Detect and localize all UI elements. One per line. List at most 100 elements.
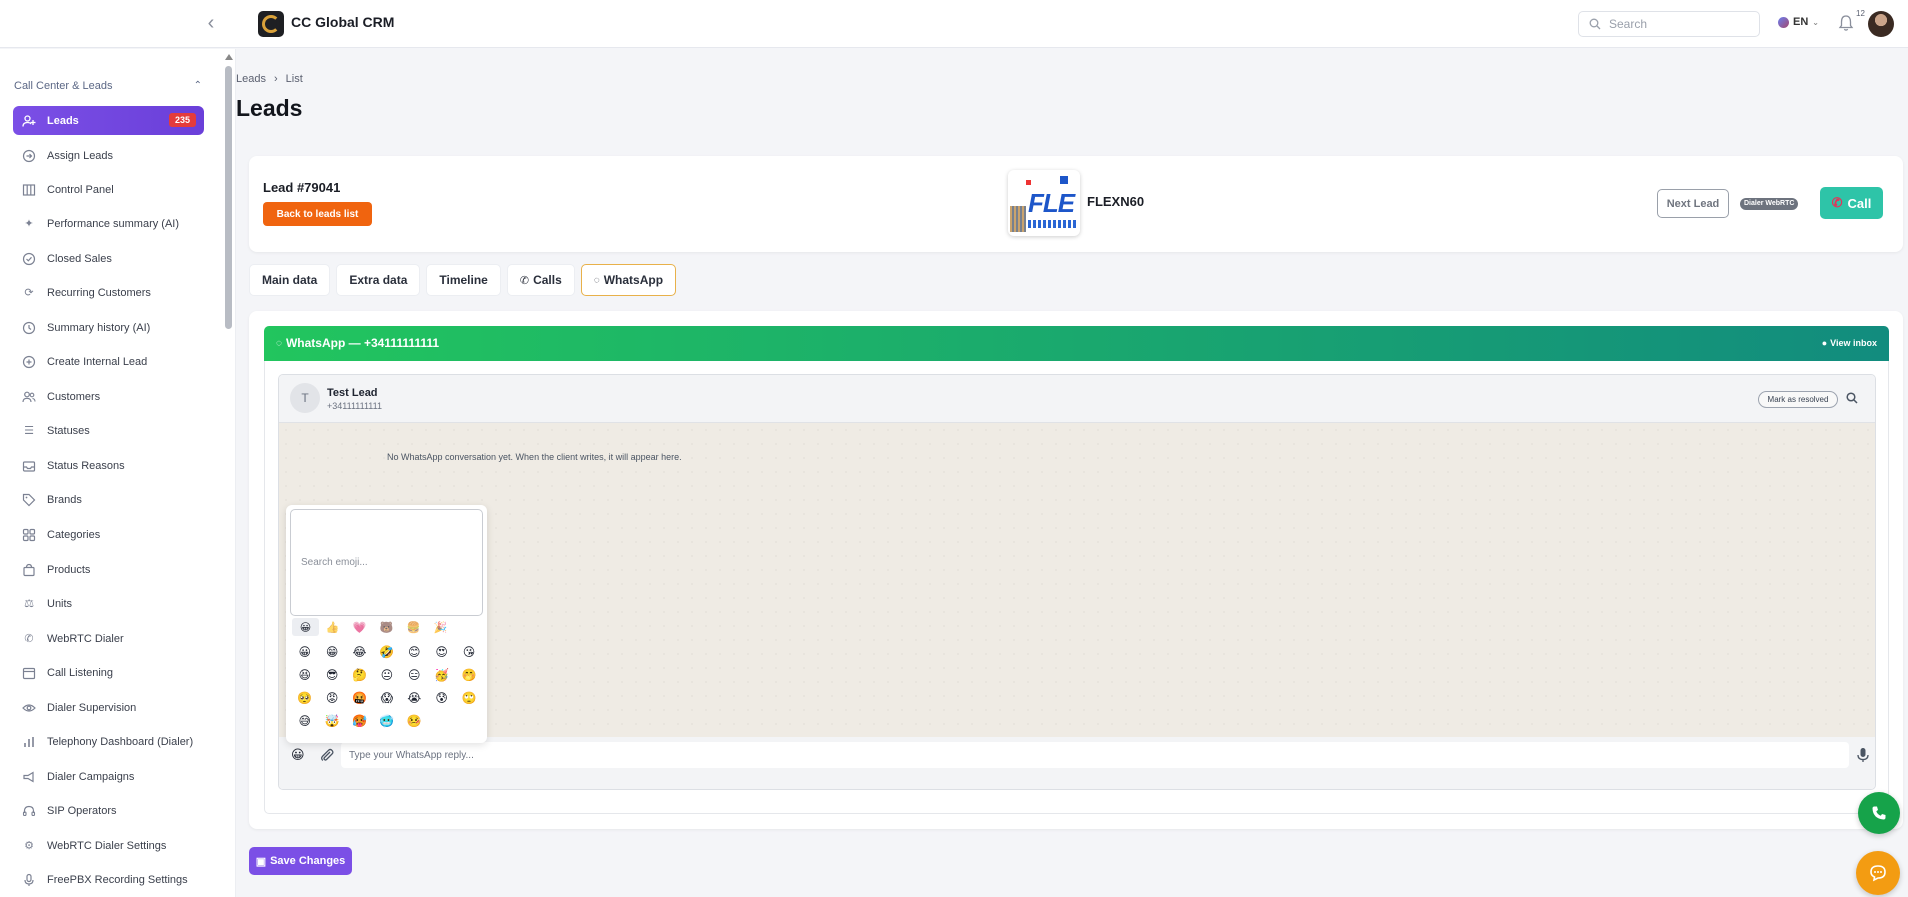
users-icon xyxy=(21,389,37,405)
emoji-option[interactable]: 😰 xyxy=(428,689,455,707)
emoji-option[interactable]: 😁 xyxy=(318,643,345,661)
sidebar-item-telephony-dashboard[interactable]: Telephony Dashboard (Dialer) xyxy=(13,727,204,756)
sidebar-item-customers[interactable]: Customers xyxy=(13,382,204,411)
sidebar-item-summary-history[interactable]: Summary history (AI) xyxy=(13,313,204,342)
emoji-option[interactable]: 😎 xyxy=(318,666,345,684)
sidebar-item-recurring-customers[interactable]: ⟳ Recurring Customers xyxy=(13,278,204,307)
next-lead-button[interactable]: Next Lead xyxy=(1657,189,1729,218)
floating-phone-button[interactable] xyxy=(1858,792,1900,834)
call-button[interactable]: ✆ Call xyxy=(1820,187,1883,219)
emoji-option[interactable]: 😡 xyxy=(318,689,345,707)
view-inbox-label: View inbox xyxy=(1830,338,1877,348)
emoji-option[interactable]: 🤯 xyxy=(318,712,345,730)
sidebar-item-control-panel[interactable]: Control Panel xyxy=(13,175,204,204)
search-icon[interactable] xyxy=(1846,392,1858,404)
emoji-category-animals[interactable]: 🐻 xyxy=(373,618,400,636)
mic-icon[interactable] xyxy=(1856,747,1870,763)
emoji-option[interactable]: 😑 xyxy=(401,666,428,684)
paperclip-icon[interactable] xyxy=(319,747,335,763)
scale-icon: ⚖ xyxy=(24,598,34,610)
back-to-leads-button[interactable]: Back to leads list xyxy=(263,202,372,226)
save-icon: ▣ xyxy=(255,855,267,868)
sidebar-item-performance-summary[interactable]: ✦ Performance summary (AI) xyxy=(13,209,204,238)
tab-extra-data[interactable]: Extra data xyxy=(336,264,421,296)
search-input[interactable] xyxy=(1609,15,1754,33)
breadcrumb-root[interactable]: Leads xyxy=(236,73,266,85)
emoji-option[interactable]: 🙄 xyxy=(455,689,482,707)
sidebar-item-webrtc-dialer-settings[interactable]: ⚙ WebRTC Dialer Settings xyxy=(13,831,204,860)
emoji-option[interactable]: 😊 xyxy=(401,643,428,661)
sidebar-item-label: Recurring Customers xyxy=(47,286,151,299)
sidebar-item-statuses[interactable]: ☰ Statuses xyxy=(13,416,204,445)
save-changes-button[interactable]: ▣ Save Changes xyxy=(249,847,352,875)
emoji-category-food[interactable]: 🍔 xyxy=(400,618,427,636)
emoji-category-celebration[interactable]: 🎉 xyxy=(427,618,454,636)
emoji-option[interactable]: 🥳 xyxy=(428,666,455,684)
emoji-option[interactable]: 😱 xyxy=(373,689,400,707)
scroll-up-icon[interactable] xyxy=(225,54,233,60)
emoji-category-gestures[interactable]: 👍 xyxy=(319,618,346,636)
view-inbox-link[interactable]: ● View inbox xyxy=(1822,338,1877,348)
emoji-option[interactable]: 😐 xyxy=(373,666,400,684)
sidebar-item-webrtc-dialer[interactable]: ✆ WebRTC Dialer xyxy=(13,624,204,653)
emoji-option[interactable]: 😘 xyxy=(455,643,482,661)
emoji-icon[interactable]: 😀 xyxy=(291,747,307,763)
emoji-category-hearts[interactable]: 💗 xyxy=(346,618,373,636)
sidebar-scrollbar[interactable] xyxy=(225,54,233,897)
emoji-option[interactable]: 🤣 xyxy=(373,643,400,661)
sidebar-item-create-internal-lead[interactable]: Create Internal Lead xyxy=(13,347,204,376)
bag-icon xyxy=(21,562,37,578)
emoji-option[interactable]: 🤔 xyxy=(346,666,373,684)
emoji-option[interactable]: 😍 xyxy=(428,643,455,661)
whatsapp-reply-input[interactable] xyxy=(341,742,1849,768)
emoji-category-smileys[interactable]: 😀 xyxy=(292,618,319,636)
bell-icon[interactable] xyxy=(1838,14,1854,32)
emoji-option[interactable]: 🥺 xyxy=(291,689,318,707)
tab-main-data[interactable]: Main data xyxy=(249,264,331,296)
scroll-thumb[interactable] xyxy=(225,66,232,329)
sidebar-item-label: Units xyxy=(47,597,73,610)
emoji-option[interactable]: 😀 xyxy=(291,643,318,661)
emoji-option[interactable]: 🥶 xyxy=(373,712,400,730)
emoji-search-input[interactable] xyxy=(290,509,483,616)
sidebar-item-sip-operators[interactable]: SIP Operators xyxy=(13,796,204,825)
tab-whatsapp[interactable]: ◌ WhatsApp xyxy=(580,264,677,296)
collapse-sidebar-icon[interactable]: ‹ xyxy=(200,12,222,34)
emoji-option[interactable]: 😅 xyxy=(291,712,318,730)
emoji-option[interactable]: 😭 xyxy=(401,689,428,707)
emoji-option[interactable]: 😂 xyxy=(346,643,373,661)
sidebar-item-label: Categories xyxy=(47,528,101,541)
sidebar-item-dialer-campaigns[interactable]: Dialer Campaigns xyxy=(13,762,204,791)
sidebar-item-products[interactable]: Products xyxy=(13,555,204,584)
sidebar-item-status-reasons[interactable]: Status Reasons xyxy=(13,451,204,480)
emoji-option[interactable]: 😆 xyxy=(291,666,318,684)
sidebar-item-units[interactable]: ⚖ Units xyxy=(13,589,204,618)
emoji-option[interactable]: 🤒 xyxy=(401,712,428,730)
sidebar-item-call-listening[interactable]: Call Listening xyxy=(13,658,204,687)
emoji-option[interactable]: 🤬 xyxy=(346,689,373,707)
emoji-option[interactable]: 🥵 xyxy=(346,712,373,730)
chevron-up-icon: ⌃ xyxy=(193,80,202,91)
clock-icon xyxy=(21,320,37,336)
contact-avatar: T xyxy=(290,383,320,413)
floating-chat-button[interactable] xyxy=(1856,851,1900,895)
whatsapp-icon: ◌ xyxy=(276,337,282,349)
global-search[interactable] xyxy=(1578,11,1760,37)
emoji-option[interactable]: 🤭 xyxy=(455,666,482,684)
tab-timeline[interactable]: Timeline xyxy=(426,264,501,296)
tab-label: Main data xyxy=(262,273,318,287)
sidebar-item-dialer-supervision[interactable]: Dialer Supervision xyxy=(13,693,204,722)
sidebar-item-freepbx-recording-settings[interactable]: FreePBX Recording Settings xyxy=(13,865,204,894)
sidebar-item-brands[interactable]: Brands xyxy=(13,485,204,514)
sidebar-section-header[interactable]: Call Center & Leads ⌃ xyxy=(14,80,202,92)
tab-label: Timeline xyxy=(439,273,488,287)
language-selector[interactable]: EN ⌄ xyxy=(1778,16,1819,28)
eye-icon xyxy=(21,700,37,716)
user-avatar[interactable] xyxy=(1868,11,1894,37)
tab-calls[interactable]: ✆ Calls xyxy=(506,264,575,296)
sidebar-item-leads[interactable]: Leads 235 xyxy=(13,106,204,135)
sidebar-item-assign-leads[interactable]: Assign Leads xyxy=(13,141,204,170)
mark-resolved-button[interactable]: Mark as resolved xyxy=(1758,391,1838,408)
sidebar-item-closed-sales[interactable]: Closed Sales xyxy=(13,244,204,273)
sidebar-item-categories[interactable]: Categories xyxy=(13,520,204,549)
